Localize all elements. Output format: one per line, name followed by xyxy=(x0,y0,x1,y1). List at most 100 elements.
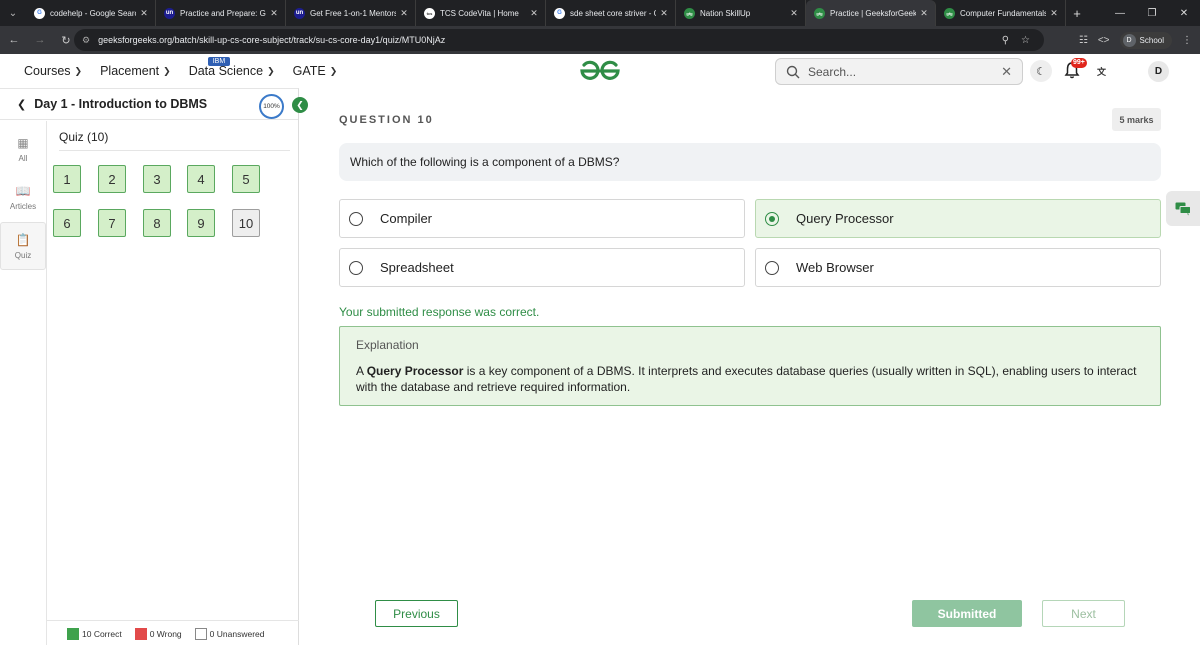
bookmark-star-icon[interactable]: ☆ xyxy=(1021,35,1030,46)
question-number-button-current[interactable]: 10 xyxy=(232,209,260,237)
tab-favicon-icon: gfg xyxy=(684,7,695,19)
browser-tab[interactable]: un Practice and Prepare: Get ✕ xyxy=(156,0,286,26)
close-tab-icon[interactable]: ✕ xyxy=(919,8,929,19)
explanation-title: Explanation xyxy=(356,338,419,352)
window-controls: — ❐ ✕ xyxy=(1104,0,1200,26)
tab-title: sde sheet core striver - G xyxy=(570,8,656,18)
restore-icon[interactable]: ❐ xyxy=(1136,0,1168,26)
sidebar-header[interactable]: ❮ Day 1 - Introduction to DBMS xyxy=(0,89,298,120)
nav-courses[interactable]: Courses ❯ xyxy=(24,64,82,78)
search-box[interactable]: ✕ xyxy=(775,58,1023,85)
nav-label: GATE xyxy=(292,64,326,78)
option-label: Web Browser xyxy=(796,260,874,275)
address-bar: ← → ↻ ⚙ geeksforgeeks.org/batch/skill-up… xyxy=(0,26,1200,54)
browser-tab[interactable]: gfg Computer Fundamentals ✕ xyxy=(936,0,1066,26)
next-button[interactable]: Next xyxy=(1042,600,1125,627)
explanation-rest: is a key component of a DBMS. It interpr… xyxy=(356,364,1137,394)
question-text: Which of the following is a component of… xyxy=(339,143,1161,181)
tab-favicon-icon: gfg xyxy=(814,7,825,19)
close-tab-icon[interactable]: ✕ xyxy=(269,8,279,19)
course-sidebar: ❮ Day 1 - Introduction to DBMS 100% ❮ ▦ … xyxy=(0,88,308,645)
search-icon xyxy=(786,65,800,78)
option-label: Spreadsheet xyxy=(380,260,454,275)
question-number-button[interactable]: 9 xyxy=(187,209,215,237)
question-number-button[interactable]: 8 xyxy=(143,209,171,237)
nav-label: Data Science xyxy=(188,64,264,78)
explanation-prefix: A xyxy=(356,364,367,378)
close-window-icon[interactable]: ✕ xyxy=(1168,0,1200,26)
legend-unanswered: 0 Unanswered xyxy=(194,627,264,640)
close-tab-icon[interactable]: ✕ xyxy=(659,8,669,19)
browser-tab[interactable]: Gcodehelp - Google Search ✕ xyxy=(26,0,156,26)
quiz-title: Quiz (10) xyxy=(59,130,109,144)
close-tab-icon[interactable]: ✕ xyxy=(1049,8,1059,19)
chat-button[interactable] xyxy=(1166,191,1200,226)
close-tab-icon[interactable]: ✕ xyxy=(529,8,539,19)
question-number-button[interactable]: 1 xyxy=(53,165,81,193)
question-number-button[interactable]: 2 xyxy=(98,165,126,193)
question-number-button[interactable]: 7 xyxy=(98,209,126,237)
clear-search-icon[interactable]: ✕ xyxy=(1001,64,1012,80)
devtools-icon[interactable]: <> xyxy=(1098,35,1110,46)
browser-tab[interactable]: un Get Free 1-on-1 Mentorsh ✕ xyxy=(286,0,416,26)
radio-button[interactable] xyxy=(765,260,779,275)
option-compiler[interactable]: Compiler xyxy=(339,199,745,238)
minimize-icon[interactable]: — xyxy=(1104,0,1136,26)
nav-label: Courses xyxy=(24,64,71,78)
rail-label: Quiz xyxy=(14,250,32,260)
tab-title: Practice and Prepare: Get xyxy=(180,8,266,18)
rail-item-articles[interactable]: 📖 Articles xyxy=(0,173,46,221)
nav-data-science[interactable]: IBM Data Science ❯ xyxy=(188,57,275,78)
option-spreadsheet[interactable]: Spreadsheet xyxy=(339,248,745,287)
chevron-down-icon: ❯ xyxy=(74,65,83,76)
chevron-left-icon[interactable]: ❮ xyxy=(17,98,26,111)
previous-button[interactable]: Previous xyxy=(375,600,458,627)
browser-menu-icon[interactable]: ⋮ xyxy=(1182,35,1192,46)
radio-button[interactable] xyxy=(349,260,363,275)
rail-item-quiz[interactable]: 📋 Quiz xyxy=(0,222,46,270)
user-avatar[interactable]: D xyxy=(1148,61,1169,82)
dark-mode-toggle-icon[interactable]: ☾ xyxy=(1030,60,1052,82)
browser-tab[interactable]: tcs TCS CodeVita | Home ✕ xyxy=(416,0,546,26)
profile-button[interactable]: D School xyxy=(1119,31,1172,49)
collapse-sidebar-icon[interactable]: ❮ xyxy=(292,97,308,113)
question-number-button[interactable]: 3 xyxy=(143,165,171,193)
option-web-browser[interactable]: Web Browser xyxy=(755,248,1161,287)
new-tab-button[interactable]: + xyxy=(1066,6,1088,21)
site-header: Courses ❯ Placement ❯ IBM Data Science ❯ GA… xyxy=(0,54,1200,88)
url-field[interactable]: ⚙ geeksforgeeks.org/batch/skill-up-cs-co… xyxy=(74,29,1044,51)
zoom-icon[interactable]: ⚲ xyxy=(1002,35,1009,46)
question-number-button[interactable]: 4 xyxy=(187,165,215,193)
sidebar-title: Day 1 - Introduction to DBMS xyxy=(34,97,208,111)
extensions-icon[interactable]: ☷ xyxy=(1079,35,1088,46)
gfg-logo[interactable] xyxy=(578,60,622,82)
search-input[interactable] xyxy=(808,64,1002,79)
divider xyxy=(59,150,290,151)
option-query-processor[interactable]: Query Processor xyxy=(755,199,1161,238)
radio-button[interactable] xyxy=(349,211,363,226)
browser-tab[interactable]: gfg Practice | GeeksforGeeks ✕ xyxy=(806,0,936,26)
close-tab-icon[interactable]: ✕ xyxy=(789,8,799,19)
forward-icon[interactable]: → xyxy=(28,28,52,52)
back-icon[interactable]: ← xyxy=(2,28,26,52)
notification-count-badge: 99+ xyxy=(1071,58,1087,68)
site-info-icon[interactable]: ⚙ xyxy=(82,35,90,46)
question-number-button[interactable]: 6 xyxy=(53,209,81,237)
submitted-button[interactable]: Submitted xyxy=(912,600,1022,627)
tab-search-icon[interactable]: ⌄ xyxy=(0,0,26,26)
close-tab-icon[interactable]: ✕ xyxy=(139,8,149,19)
nav-gate[interactable]: GATE ❯ xyxy=(293,64,338,78)
url-text: geeksforgeeks.org/batch/skill-up-cs-core… xyxy=(98,35,446,45)
tab-favicon-icon: tcs xyxy=(424,7,435,19)
clipboard-icon: 📋 xyxy=(15,232,31,247)
nav-placement[interactable]: Placement ❯ xyxy=(100,64,171,78)
translate-icon[interactable]: 文 xyxy=(1097,65,1109,77)
browser-tab[interactable]: gfg Nation SkillUp ✕ xyxy=(676,0,806,26)
browser-tab[interactable]: Gsde sheet core striver - G ✕ xyxy=(546,0,676,26)
question-number-button[interactable]: 5 xyxy=(232,165,260,193)
close-tab-icon[interactable]: ✕ xyxy=(399,8,409,19)
rail-item-all[interactable]: ▦ All xyxy=(0,125,46,173)
rail-label: All xyxy=(18,153,28,163)
tab-title: TCS CodeVita | Home xyxy=(440,8,519,18)
radio-button-selected[interactable] xyxy=(765,211,779,226)
